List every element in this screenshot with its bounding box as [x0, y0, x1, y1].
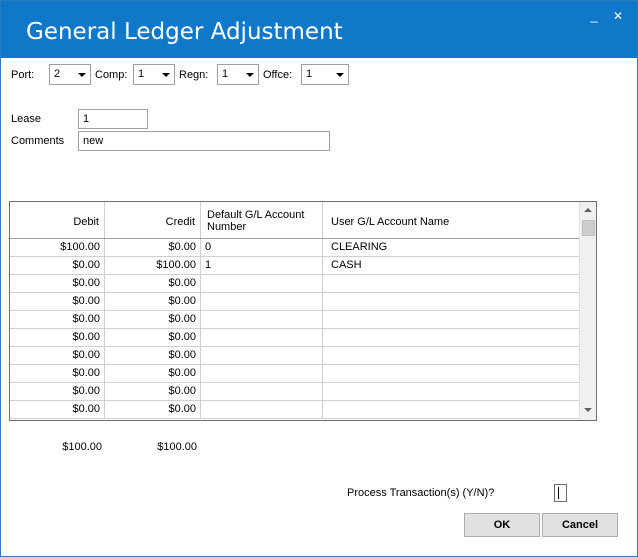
- cell-account-number[interactable]: [201, 293, 323, 310]
- debit-total: $100.00: [62, 441, 102, 453]
- general-ledger-adjustment-window: General Ledger Adjustment _ ✕ Port: 2 Co…: [0, 0, 638, 557]
- header-debit-label: Debit: [73, 216, 99, 228]
- cell-account-number[interactable]: 1: [201, 257, 323, 274]
- cell-account-number[interactable]: 0: [201, 239, 323, 256]
- cell-account-name[interactable]: CASH: [323, 257, 579, 274]
- regn-label: Regn:: [179, 69, 209, 81]
- cell-account-number[interactable]: [201, 329, 323, 346]
- cell-account-name[interactable]: CLEARING: [323, 239, 579, 256]
- cell-debit[interactable]: $0.00: [10, 401, 105, 418]
- cell-account-name[interactable]: [323, 365, 579, 382]
- cell-account-name[interactable]: [323, 347, 579, 364]
- lease-input[interactable]: 1: [78, 109, 148, 129]
- cell-account-name[interactable]: [323, 329, 579, 346]
- cell-account-number[interactable]: [201, 275, 323, 292]
- close-button[interactable]: ✕: [609, 7, 627, 25]
- cell-debit[interactable]: $0.00: [10, 383, 105, 400]
- cell-credit[interactable]: $0.00: [105, 401, 201, 418]
- cell-account-name[interactable]: [323, 275, 579, 292]
- cell-account-number[interactable]: [201, 401, 323, 418]
- cell-credit[interactable]: $0.00: [105, 347, 201, 364]
- header-account-number-line2: Number: [207, 221, 247, 233]
- comp-select-value: 1: [138, 68, 145, 80]
- comments-input[interactable]: new: [78, 131, 330, 151]
- comments-label: Comments: [11, 135, 65, 147]
- minimize-button[interactable]: _: [585, 7, 603, 25]
- cell-account-number[interactable]: [201, 311, 323, 328]
- port-label: Port:: [11, 69, 35, 81]
- table-row[interactable]: $0.00 $0.00: [10, 329, 579, 347]
- cell-credit[interactable]: $0.00: [105, 239, 201, 256]
- cell-account-number[interactable]: [201, 347, 323, 364]
- table-row[interactable]: $0.00 $0.00: [10, 347, 579, 365]
- process-transactions-label: Process Transaction(s) (Y/N)?: [347, 487, 495, 499]
- ok-button[interactable]: OK: [464, 513, 540, 537]
- cell-debit[interactable]: $0.00: [10, 347, 105, 364]
- chevron-down-icon: [162, 73, 170, 77]
- regn-select-value: 1: [222, 68, 229, 80]
- cell-credit[interactable]: $0.00: [105, 329, 201, 346]
- cell-account-number[interactable]: [201, 365, 323, 382]
- scroll-up-arrow-icon[interactable]: [584, 208, 592, 212]
- cell-debit[interactable]: $0.00: [10, 275, 105, 292]
- header-credit-label: Credit: [165, 216, 195, 228]
- header-account-name[interactable]: User G/L Account Name: [323, 202, 579, 238]
- cell-credit[interactable]: $0.00: [105, 293, 201, 310]
- title-bar: General Ledger Adjustment _ ✕: [1, 1, 637, 58]
- table-row[interactable]: $0.00 $0.00: [10, 383, 579, 401]
- window-title: General Ledger Adjustment: [26, 19, 343, 45]
- cell-debit[interactable]: $0.00: [10, 311, 105, 328]
- lease-label: Lease: [11, 113, 41, 125]
- table-row[interactable]: $0.00 $0.00: [10, 311, 579, 329]
- cell-credit[interactable]: $100.00: [105, 257, 201, 274]
- regn-select[interactable]: 1: [217, 64, 259, 85]
- cell-debit[interactable]: $0.00: [10, 257, 105, 274]
- ledger-grid[interactable]: Debit Credit Default G/L Account Number …: [9, 201, 597, 421]
- cell-account-name[interactable]: [323, 401, 579, 418]
- grid-header: Debit Credit Default G/L Account Number …: [10, 202, 579, 239]
- table-row[interactable]: $100.00 $0.00 0 CLEARING: [10, 239, 579, 257]
- cell-account-number[interactable]: [201, 383, 323, 400]
- header-credit[interactable]: Credit: [105, 202, 201, 238]
- header-account-name-label: User G/L Account Name: [331, 216, 450, 228]
- offce-select[interactable]: 1: [301, 64, 349, 85]
- cell-account-name[interactable]: [323, 311, 579, 328]
- header-debit[interactable]: Debit: [10, 202, 105, 238]
- cell-account-name[interactable]: [323, 383, 579, 400]
- chevron-down-icon: [246, 73, 254, 77]
- comp-select[interactable]: 1: [133, 64, 175, 85]
- cell-debit[interactable]: $0.00: [10, 365, 105, 382]
- offce-select-value: 1: [306, 68, 313, 80]
- port-select-value: 2: [54, 68, 61, 80]
- grid-body: $100.00 $0.00 0 CLEARING $0.00 $100.00 1 CASH $0…: [10, 239, 579, 419]
- comp-label: Comp:: [95, 69, 128, 81]
- header-account-number-line1: Default G/L Account: [207, 209, 305, 221]
- cell-debit[interactable]: $0.00: [10, 329, 105, 346]
- table-row[interactable]: $0.00 $0.00: [10, 293, 579, 311]
- cell-credit[interactable]: $0.00: [105, 365, 201, 382]
- table-row[interactable]: $0.00 $100.00 1 CASH: [10, 257, 579, 275]
- table-row[interactable]: $0.00 $0.00: [10, 401, 579, 419]
- table-row[interactable]: $0.00 $0.00: [10, 365, 579, 383]
- cancel-button[interactable]: Cancel: [542, 513, 618, 537]
- port-select[interactable]: 2: [49, 64, 91, 85]
- scroll-down-arrow-icon[interactable]: [584, 408, 592, 412]
- offce-label: Offce:: [263, 69, 293, 81]
- credit-total: $100.00: [157, 441, 197, 453]
- process-transactions-input[interactable]: [554, 484, 567, 502]
- chevron-down-icon: [336, 73, 344, 77]
- scrollbar-thumb[interactable]: [582, 220, 595, 236]
- cell-debit[interactable]: $100.00: [10, 239, 105, 256]
- cell-credit[interactable]: $0.00: [105, 383, 201, 400]
- cell-debit[interactable]: $0.00: [10, 293, 105, 310]
- cell-credit[interactable]: $0.00: [105, 275, 201, 292]
- header-account-number[interactable]: Default G/L Account Number: [201, 202, 323, 238]
- cell-account-name[interactable]: [323, 293, 579, 310]
- cell-credit[interactable]: $0.00: [105, 311, 201, 328]
- table-row[interactable]: $0.00 $0.00: [10, 275, 579, 293]
- vertical-scrollbar[interactable]: [579, 202, 596, 420]
- chevron-down-icon: [78, 73, 86, 77]
